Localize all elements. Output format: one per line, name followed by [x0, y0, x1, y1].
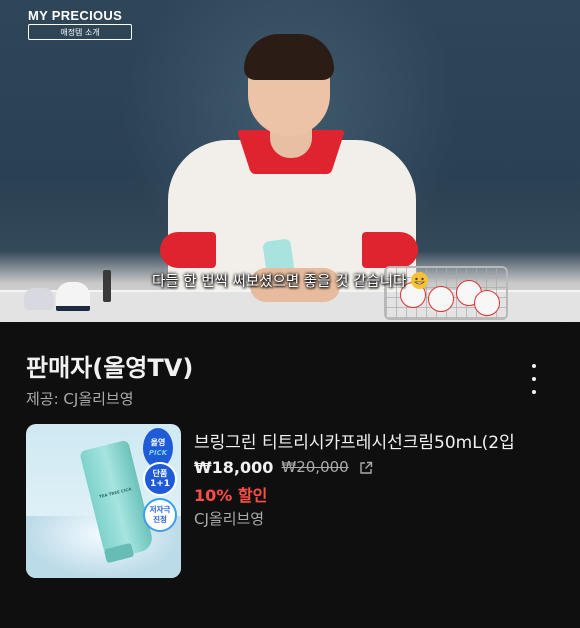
person-hair [244, 34, 334, 80]
external-link-icon[interactable] [359, 460, 373, 474]
badge-text: 저자극 [149, 505, 171, 514]
provider-label: 제공: CJ올리브영 [26, 390, 134, 408]
low-irritation-badge: 저자극 진정 [143, 498, 177, 532]
segment-label: 애정템 소개 [28, 24, 132, 40]
seller-title: 판매자(올영TV) [26, 354, 194, 382]
one-plus-one-badge: 단품 1+1 [143, 462, 177, 496]
product-name[interactable]: 브링그린 티트리시카프레시선크림50mL(2입 [194, 428, 580, 453]
badge-text: 1+1 [149, 479, 171, 489]
channel-brand: MY PRECIOUS [28, 8, 123, 23]
original-price: ₩20,000 [281, 458, 349, 476]
dot [532, 390, 536, 394]
current-price: ₩18,000 [194, 457, 274, 477]
dot [532, 364, 536, 368]
person-sleeve-right [362, 232, 418, 268]
video-player[interactable]: MY PRECIOUS 애정템 소개 다들 한 번씩 써보셨으면 좋을 것 같습… [0, 0, 580, 322]
badge-text: 단품 [152, 469, 168, 478]
product-thumbnail[interactable]: TEA TREE CICA 올영 PICK 단품 1+1 저자극 진정 [26, 424, 181, 578]
badge-text: 올영 [150, 438, 166, 447]
badge-text: 진정 [153, 515, 167, 524]
caption-text: 다들 한 번씩 써보셨으면 좋을 것 같습니다 [151, 274, 407, 290]
store-name: CJ올리브영 [194, 510, 265, 528]
discount-label: 10% 할인 [194, 486, 268, 505]
grinning-face-emoji-icon [411, 272, 429, 289]
dot [532, 377, 536, 381]
person-sleeve-left [160, 232, 216, 268]
baseball [474, 290, 500, 316]
badge-text: PICK [148, 449, 168, 457]
desk-object-case [24, 288, 54, 310]
price-row: ₩18,000 ₩20,000 [194, 457, 373, 477]
tube-label: TEA TREE CICA [98, 486, 132, 500]
video-caption: 다들 한 번씩 써보셨으면 좋을 것 같습니다 [0, 270, 580, 291]
more-vert-icon[interactable] [522, 364, 546, 394]
